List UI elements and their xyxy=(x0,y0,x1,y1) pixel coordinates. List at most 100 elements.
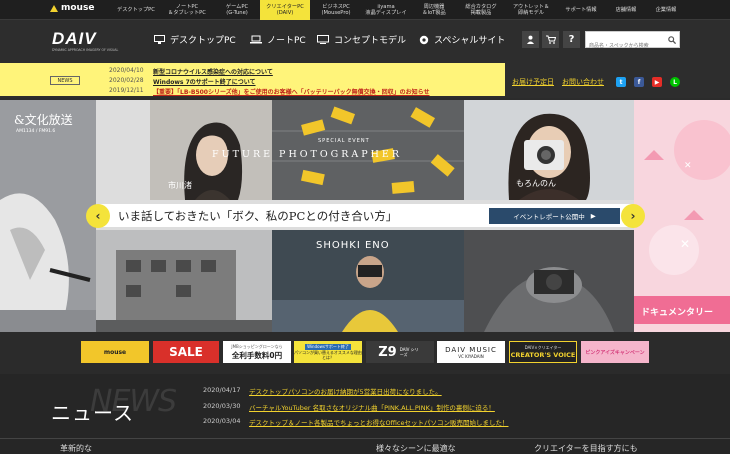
news-ticker-item[interactable]: 2020/04/10 新型コロナウイルス感染症への対応について xyxy=(109,67,273,76)
nav-notebook-pc[interactable]: ノートPC xyxy=(250,33,306,46)
news-list-item[interactable]: 2020/04/17 デスクトップパソコンのお届け納期が5営業日出荷になりました… xyxy=(203,386,442,396)
svg-text:DAIV: DAIV xyxy=(52,30,97,48)
news-item-date: 2020/04/17 xyxy=(203,386,241,394)
name-moronnon: もろんのん xyxy=(516,179,556,188)
bunka-hoso-logo: &文化放送 xyxy=(14,113,73,127)
name-shohki-eno: SHOHKI ENO xyxy=(316,240,390,251)
news-link[interactable]: Windows 7のサポート終了について xyxy=(153,77,256,86)
promo-banner-label: Z9 xyxy=(378,344,397,360)
topnav-gamepc[interactable]: ゲームPC (G-Tune) xyxy=(215,0,259,20)
user-icon xyxy=(527,35,534,44)
hands-photo xyxy=(464,230,634,332)
facebook-icon[interactable]: f xyxy=(634,77,644,87)
news-section: NEWS ニュース 2020/04/17 デスクトップパソコンのお届け納期が5営… xyxy=(0,374,730,454)
category-heading: 革新的な xyxy=(60,444,92,453)
laptop-icon xyxy=(250,35,262,44)
mouse-logo[interactable]: mouse xyxy=(50,3,94,13)
svg-text:✕: ✕ xyxy=(684,161,692,171)
carousel-prev-button[interactable]: ‹ xyxy=(86,204,110,228)
line-icon[interactable]: L xyxy=(670,77,680,87)
cart-button[interactable] xyxy=(542,31,559,48)
svg-text:✕: ✕ xyxy=(680,237,690,251)
promo-banner-z9[interactable]: Z9 DAIV シリーズ xyxy=(366,341,434,363)
top-navbar: mouse デスクトップPC ノートPC ＆タブレットPC ゲームPC (G-Tun… xyxy=(0,0,730,20)
documentary-caption: ドキュメンタリー xyxy=(641,308,714,318)
contact-link[interactable]: お問い合わせ xyxy=(562,77,604,87)
carousel-next-button[interactable]: › xyxy=(621,204,645,228)
hero-caption-banner: いま話しておきたい「ボク、私のPCとの付き合い方」 イベントレポート公開中 ▶ xyxy=(98,204,633,227)
search-input[interactable] xyxy=(586,38,664,54)
chevron-right-icon: › xyxy=(630,209,636,223)
future-photographer-title: FUTURE PHOTOGRAPHER xyxy=(212,149,403,160)
search-box xyxy=(585,31,680,54)
topnav-notebook[interactable]: ノートPC ＆タブレットPC xyxy=(161,0,213,20)
topnav-outlet[interactable]: アウトレット＆ 即納モデル xyxy=(507,0,555,20)
news-date: 2020/02/28 xyxy=(109,77,144,84)
daiv-logo[interactable]: DAIV DYNAMIC APPROACH IMAGERY OF VISUAL xyxy=(52,29,122,56)
news-item-date: 2020/03/04 xyxy=(203,417,241,425)
topnav-company[interactable]: 企業情報 xyxy=(646,0,686,20)
chevron-left-icon: ‹ xyxy=(95,209,101,223)
promo-banner-label: 全利手数料0円 xyxy=(231,350,283,360)
topnav-businesspc[interactable]: ビジネスPC (MousePro) xyxy=(313,0,359,20)
cart-icon xyxy=(545,35,556,44)
topnav-support[interactable]: サポート情報 xyxy=(557,0,605,20)
news-link[interactable]: 新型コロナウイルス感染症への対応について xyxy=(153,67,273,76)
promo-banner-sale[interactable]: SALE xyxy=(153,341,219,363)
youtube-icon[interactable]: ▶ xyxy=(652,77,662,87)
hero-right-panel: ✕ ✕ ドキュメンタリー xyxy=(634,100,730,332)
event-report-label: イベントレポート公開中 xyxy=(513,213,585,221)
promo-banner-label: CREATOR'S VOICE xyxy=(510,351,576,359)
promo-banner-pink[interactable]: ピンクアイズキャンペーン xyxy=(581,341,649,363)
topnav-peripherals[interactable]: 周辺機器 ＆IoT製品 xyxy=(413,0,455,20)
promo-banner-sublabel: VC KIYADAIN xyxy=(458,353,484,359)
news-item-date: 2020/03/30 xyxy=(203,402,241,410)
nav-special-site[interactable]: スペシャルサイト xyxy=(419,33,505,46)
hero-caption-text: いま話しておきたい「ボク、私のPCとの付き合い方」 xyxy=(118,209,398,223)
topnav-iiyama[interactable]: iiyama 液晶ディスプレイ xyxy=(361,0,411,20)
promo-banner-windows[interactable]: Windowsサポート終了 パソコンが買い替えるオススメな理由とは？ xyxy=(294,341,362,363)
hero-left-panel: &文化放送 AM1134 / FM91.6 xyxy=(0,100,96,332)
svg-text:DYNAMIC APPROACH IMAGERY OF VI: DYNAMIC APPROACH IMAGERY OF VISUAL xyxy=(52,48,118,52)
news-list-item[interactable]: 2020/03/04 デスクトップ＆ノート各製品でちょっとお得なOfficeセッ… xyxy=(203,417,508,427)
topnav-catalog[interactable]: 総合カタログ 掲載製品 xyxy=(458,0,504,20)
gear-icon xyxy=(419,35,429,44)
news-item-link[interactable]: デスクトップパソコンのお届け納期が5営業日出荷になりました。 xyxy=(249,386,442,396)
special-event-label: SPECIAL EVENT xyxy=(318,138,370,144)
news-ticker-item[interactable]: 2019/12/11 【重要】「LB-B500シリーズ他」をご使用のお客様へ「バ… xyxy=(109,87,430,96)
display-icon xyxy=(317,35,329,44)
nav-concept-label: コンセプトモデル xyxy=(334,36,407,46)
promo-banner-mouse[interactable]: mouse xyxy=(81,341,149,363)
search-button[interactable] xyxy=(664,32,679,47)
topnav-desktop[interactable]: デスクトップPC xyxy=(113,0,159,20)
twitter-icon[interactable]: t xyxy=(616,77,626,87)
section-divider xyxy=(0,438,730,439)
news-list-item[interactable]: 2020/03/30 バーチャルYouTuber 名取さなオリジナル曲「PINK… xyxy=(203,402,495,412)
nav-special-label: スペシャルサイト xyxy=(434,36,506,46)
promo-banner-creators[interactable]: DAIV×クリエイター CREATOR'S VOICE xyxy=(509,341,577,363)
promo-banner-music[interactable]: DAIV MUSIC VC KIYADAIN xyxy=(437,341,505,363)
promo-banner-loan[interactable]: JMBショッピングローンなら 全利手数料0円 xyxy=(223,341,291,363)
hero-photo-moronnon: もろんのん xyxy=(464,100,634,200)
hero-carousel[interactable]: &文化放送 AM1134 / FM91.6 市川渚 SPECIAL EVENT … xyxy=(0,100,730,332)
nav-notebook-label: ノートPC xyxy=(267,36,306,46)
news-item-link[interactable]: デスクトップ＆ノート各製品でちょっとお得なOfficeセットパソコン販売開始しま… xyxy=(249,417,508,427)
name-ichikawa: 市川渚 xyxy=(168,181,192,190)
account-button[interactable] xyxy=(522,31,539,48)
delivery-date-link[interactable]: お届け予定日 xyxy=(512,77,554,87)
help-button[interactable]: ? xyxy=(563,31,580,48)
nav-concept-model[interactable]: コンセプトモデル xyxy=(317,33,406,46)
daiv-logo-mark: DAIV DYNAMIC APPROACH IMAGERY OF VISUAL xyxy=(52,29,118,52)
topnav-creatorpc[interactable]: クリエイターPC (DAIV) xyxy=(260,0,310,20)
topnav-stores[interactable]: 店舗情報 xyxy=(606,0,646,20)
nav-desktop-pc[interactable]: デスクトップPC xyxy=(154,33,236,46)
news-ticker-item[interactable]: 2020/02/28 Windows 7のサポート終了について xyxy=(109,77,256,86)
promo-banner-label: mouse xyxy=(103,348,127,356)
promo-banner-label: ピンクアイズキャンペーン xyxy=(585,349,645,356)
building-photo xyxy=(96,230,272,332)
event-report-button[interactable]: イベントレポート公開中 ▶ xyxy=(489,208,620,224)
arrow-right-icon: ▶ xyxy=(590,212,596,220)
news-link[interactable]: 【重要】「LB-B500シリーズ他」をご使用のお客様へ「バッテリーパック無償交換… xyxy=(153,87,430,96)
utility-links: お届け予定日 お問い合わせ xyxy=(512,77,604,87)
news-item-link[interactable]: バーチャルYouTuber 名取さなオリジナル曲「PINK.ALL.PINK」制… xyxy=(249,402,495,412)
